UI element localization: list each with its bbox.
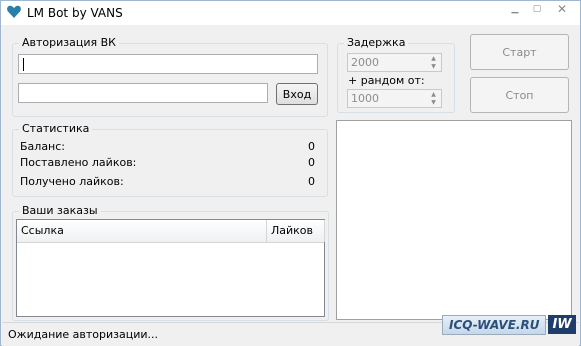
- title-bar[interactable]: LM Bot by VANS ▁ ▢ ✕: [1, 1, 580, 25]
- main-window: LM Bot by VANS ▁ ▢ ✕ Авторизация ВК Вход…: [0, 0, 581, 346]
- log-box[interactable]: [336, 120, 572, 320]
- delay-group-title: Задержка: [344, 36, 409, 49]
- column-header-link[interactable]: Ссылка: [17, 220, 267, 242]
- delay-spinbox[interactable]: 2000 ▲ ▼: [347, 53, 442, 72]
- window-controls: ▁ ▢ ✕: [504, 1, 576, 17]
- random-value: 1000: [351, 92, 379, 105]
- balance-label: Баланс:: [20, 140, 66, 153]
- likes-given-label: Поставлено лайков:: [20, 156, 137, 169]
- likes-received-label: Получено лайков:: [20, 175, 124, 188]
- window-title: LM Bot by VANS: [27, 6, 123, 20]
- auth-group-title: Авторизация ВК: [19, 36, 119, 49]
- balance-value: 0: [308, 140, 315, 153]
- maximize-button[interactable]: ▢: [526, 1, 548, 17]
- likes-received-value: 0: [308, 175, 315, 188]
- random-spinbox[interactable]: 1000 ▲ ▼: [347, 89, 442, 108]
- orders-group-title: Ваши заказы: [19, 204, 101, 217]
- watermark-logo: IW: [548, 315, 576, 334]
- likes-given-value: 0: [308, 156, 315, 169]
- column-header-likes[interactable]: Лайков: [267, 220, 325, 242]
- text-caret: [23, 58, 24, 71]
- spin-arrows-icon[interactable]: ▲ ▼: [429, 55, 438, 71]
- random-label: + рандом от:: [348, 74, 425, 87]
- login-button[interactable]: Вход: [276, 83, 318, 105]
- client-area: Авторизация ВК Вход Задержка 2000 ▲ ▼ + р…: [2, 25, 579, 346]
- heart-icon: [7, 5, 21, 18]
- password-input[interactable]: [18, 83, 268, 103]
- watermark-site: ICQ-WAVE.RU: [442, 314, 547, 335]
- status-text: Ожидание авторизации...: [8, 328, 159, 341]
- start-button[interactable]: Старт: [470, 34, 569, 70]
- login-input[interactable]: [18, 54, 318, 74]
- delay-value: 2000: [351, 56, 379, 69]
- spin-arrows-icon[interactable]: ▲ ▼: [429, 91, 438, 107]
- minimize-button[interactable]: ▁: [504, 1, 526, 17]
- watermark: ICQ-WAVE.RU IW: [442, 312, 576, 337]
- orders-list-header: Ссылка Лайков: [17, 220, 325, 243]
- stats-group-title: Статистика: [19, 122, 93, 135]
- close-button[interactable]: ✕: [548, 1, 576, 17]
- stop-button[interactable]: Стоп: [470, 77, 569, 113]
- orders-list[interactable]: Ссылка Лайков: [16, 219, 325, 317]
